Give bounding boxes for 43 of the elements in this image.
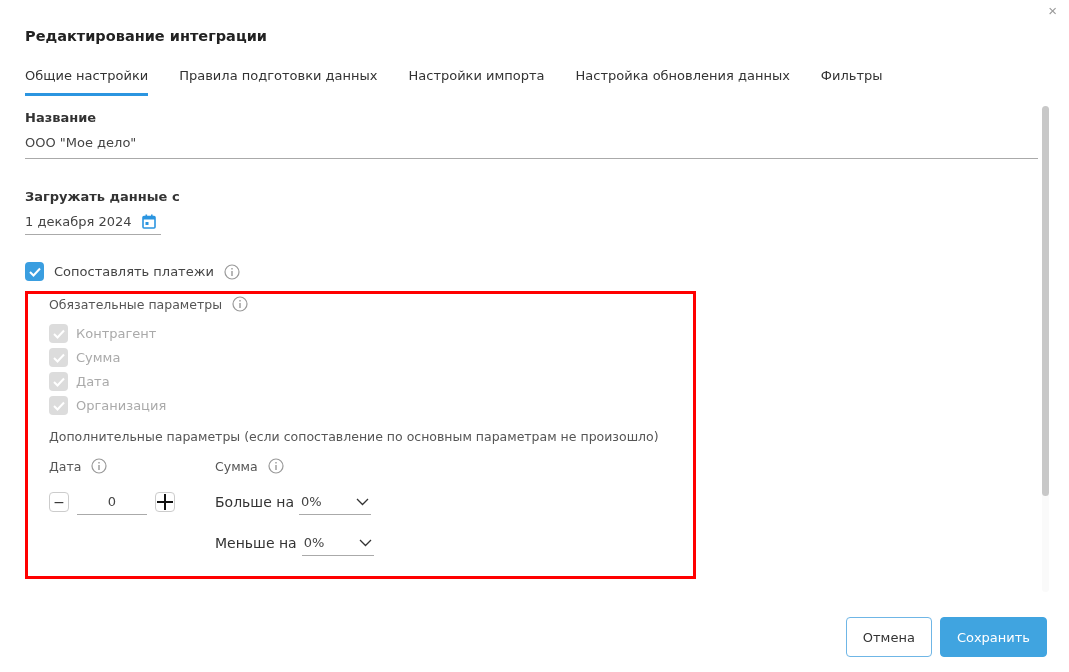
checkbox-label: Дата <box>76 374 110 389</box>
info-icon[interactable] <box>267 458 284 474</box>
select-label: Больше на <box>215 493 294 510</box>
select-label: Меньше на <box>215 534 297 551</box>
check-icon <box>28 266 41 277</box>
percent-select[interactable]: 0% <box>301 529 374 556</box>
checkbox[interactable] <box>25 262 44 281</box>
decrement-button[interactable]: − <box>49 491 69 512</box>
check-icon <box>52 328 65 339</box>
tab[interactable]: Фильтры <box>820 68 883 96</box>
plus-icon <box>156 492 174 511</box>
date-field[interactable]: 1 декабря 2024 <box>25 206 161 235</box>
checkbox-label: Сопоставлять платежи <box>54 264 214 279</box>
section-title: Дополнительные параметры (если сопоставление по основным параметрам не произошло) <box>49 429 660 444</box>
field-label: Дата <box>49 458 82 474</box>
check-icon <box>52 400 65 411</box>
cancel-button[interactable]: Отмена <box>845 617 932 657</box>
info-icon[interactable] <box>223 263 240 280</box>
tab[interactable]: Настройка обновления данных <box>575 68 790 96</box>
check-icon <box>52 352 65 363</box>
number-field[interactable]: 0 <box>77 488 147 515</box>
checkbox-label: Сумма <box>76 350 121 365</box>
increment-button[interactable] <box>155 491 175 512</box>
tab[interactable]: Настройки импорта <box>408 68 545 96</box>
section-title: Обязательные параметры <box>49 296 223 312</box>
dialog-title: Редактирование интеграции <box>25 28 268 44</box>
field-label: Название <box>25 110 98 125</box>
field-label: Сумма <box>215 458 258 474</box>
field-label: Загружать данные с <box>25 189 181 204</box>
name-field[interactable]: ООО "Мое дело" <box>25 125 1038 159</box>
chevron-down-icon <box>358 538 372 547</box>
checkbox-label: Контрагент <box>76 326 157 341</box>
check-icon <box>52 376 65 387</box>
scrollbar[interactable] <box>1042 106 1049 592</box>
scrollbar-thumb[interactable] <box>1042 106 1049 496</box>
tab[interactable]: Общие настройки <box>25 68 149 96</box>
chevron-down-icon <box>356 497 369 506</box>
info-icon[interactable] <box>91 458 108 474</box>
tab[interactable]: Правила подготовки данных <box>179 68 378 96</box>
checkbox-label: Организация <box>76 398 167 413</box>
percent-select[interactable]: 0% <box>299 488 371 515</box>
calendar-icon[interactable] <box>141 214 156 229</box>
info-icon[interactable] <box>232 296 249 312</box>
